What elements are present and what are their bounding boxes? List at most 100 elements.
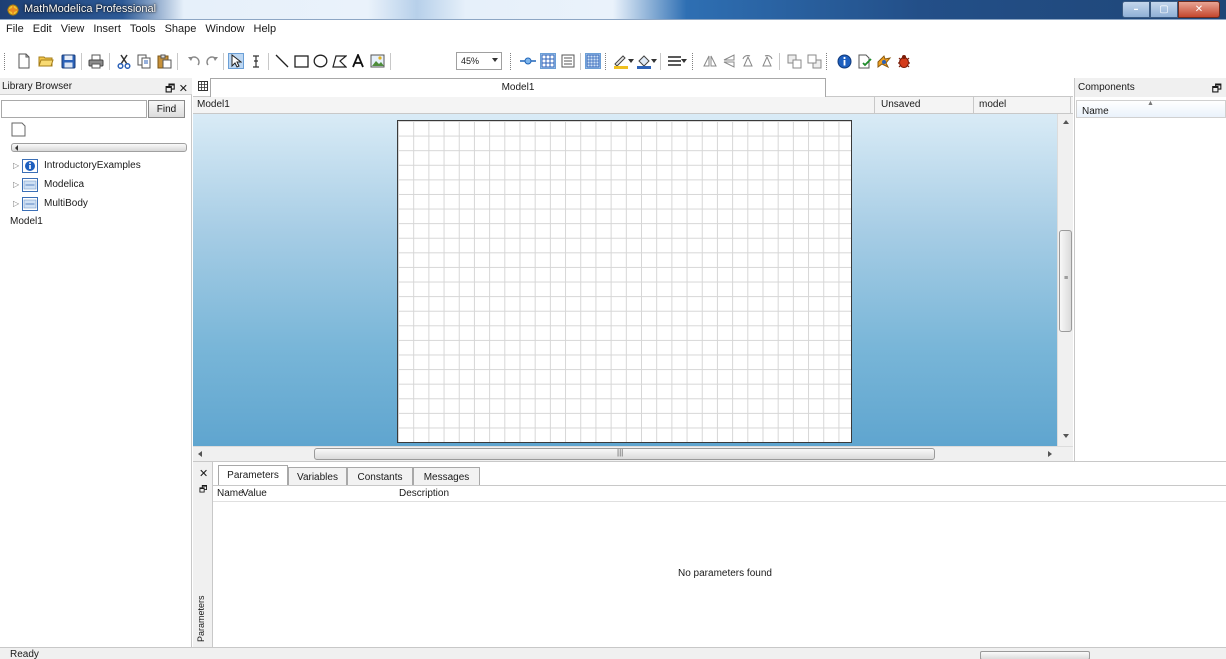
menu-shape[interactable]: Shape	[165, 23, 197, 35]
fill-color-dropdown[interactable]	[650, 53, 658, 69]
print-icon	[88, 54, 104, 68]
tab-model1[interactable]: Model1	[210, 78, 826, 97]
library-search-input[interactable]	[1, 100, 147, 118]
menu-edit[interactable]: Edit	[33, 23, 52, 35]
send-back-button[interactable]	[806, 53, 822, 69]
tree-item-introductory-examples[interactable]: ▷ IntroductoryExamples	[13, 157, 141, 174]
window-title: MathModelica Professional	[24, 3, 157, 15]
diagram-view-button[interactable]	[540, 53, 556, 69]
close-panel-icon[interactable]: ✕	[199, 467, 208, 480]
open-button[interactable]	[38, 53, 54, 69]
flip-vertical-button[interactable]	[721, 53, 737, 69]
simulate-button[interactable]	[876, 53, 892, 69]
diagram-tab-icon[interactable]	[198, 81, 208, 91]
chevron-down-icon	[628, 59, 634, 63]
close-button[interactable]: ✕	[1178, 1, 1220, 18]
rectangle-icon	[293, 54, 309, 68]
horizontal-scroll-thumb[interactable]: |||	[314, 448, 935, 460]
zoom-select[interactable]: 45%	[456, 52, 502, 70]
print-button[interactable]	[88, 53, 104, 69]
ellipse-tool-button[interactable]	[312, 53, 328, 69]
diagram-canvas[interactable]	[193, 114, 1057, 446]
empty-parameters-message: No parameters found	[678, 568, 772, 579]
select-tool-button[interactable]	[228, 53, 244, 69]
debug-button[interactable]	[896, 53, 912, 69]
find-button[interactable]: Find	[148, 100, 185, 118]
snap-grid-button[interactable]	[585, 53, 601, 69]
float-panel-icon[interactable]: 🗗	[199, 482, 207, 498]
rectangle-tool-button[interactable]	[293, 53, 309, 69]
polygon-tool-button[interactable]	[331, 53, 347, 69]
chevron-down-icon	[651, 59, 657, 63]
tree-item-modelica[interactable]: ▷ Modelica	[13, 176, 84, 193]
folder-open-icon	[38, 56, 54, 67]
menu-view[interactable]: View	[61, 23, 85, 35]
tree-item-model1[interactable]: Model1	[10, 216, 43, 227]
polygon-icon	[331, 54, 347, 68]
cut-button[interactable]	[116, 53, 132, 69]
connect-tool-button[interactable]	[248, 53, 264, 69]
new-library-icon[interactable]	[11, 122, 26, 137]
tree-item-label: IntroductoryExamples	[44, 160, 141, 171]
arrow-left-icon[interactable]	[198, 451, 202, 457]
components-name-column[interactable]: ▲ Name	[1076, 100, 1226, 118]
menu-tools[interactable]: Tools	[130, 23, 156, 35]
menu-file[interactable]: File	[6, 23, 24, 35]
connection-mode-button[interactable]	[520, 53, 536, 69]
menu-window[interactable]: Window	[205, 23, 244, 35]
model-name-label: Model1	[197, 99, 230, 110]
column-name[interactable]: Name	[217, 488, 244, 499]
arrow-up-icon[interactable]	[1063, 120, 1069, 124]
app-icon	[7, 4, 19, 16]
new-file-button[interactable]	[16, 53, 32, 69]
check-model-button[interactable]	[856, 53, 872, 69]
maximize-icon: ▢	[1159, 4, 1169, 15]
tree-expander-icon[interactable]: ▷	[13, 180, 20, 189]
diagram-paper[interactable]	[397, 120, 852, 443]
tab-variables[interactable]: Variables	[288, 467, 347, 486]
copy-button[interactable]	[136, 53, 152, 69]
tab-parameters[interactable]: Parameters	[218, 465, 288, 487]
library-browser: Find ▷ IntroductoryExamples ▷ Modelica ▷…	[0, 95, 192, 647]
scissors-icon	[117, 54, 131, 69]
new-file-icon	[18, 53, 30, 69]
rotate-right-button[interactable]	[759, 53, 775, 69]
tree-item-multibody[interactable]: ▷ MultiBody	[13, 195, 88, 212]
redo-button[interactable]	[204, 53, 220, 69]
bring-front-button[interactable]	[786, 53, 802, 69]
paste-button[interactable]	[156, 53, 172, 69]
text-view-button[interactable]	[560, 53, 576, 69]
status-text: Ready	[10, 649, 39, 659]
tree-expander-icon[interactable]: ▷	[13, 161, 20, 170]
line-style-dropdown[interactable]	[680, 53, 688, 69]
column-value[interactable]: Value	[242, 488, 267, 499]
tab-constants[interactable]: Constants	[347, 467, 413, 486]
image-tool-button[interactable]	[369, 53, 385, 69]
tree-expander-icon[interactable]: ▷	[13, 199, 20, 208]
close-panel-icon[interactable]: ✕	[179, 82, 188, 95]
canvas-vertical-scrollbar[interactable]: ≡	[1057, 114, 1073, 446]
arrow-right-icon[interactable]	[1048, 451, 1052, 457]
undo-button[interactable]	[186, 53, 202, 69]
tree-horizontal-scrollbar[interactable]	[11, 143, 187, 152]
model-info-bar: Model1 model Unsaved	[193, 97, 1073, 114]
text-tool-button[interactable]	[350, 53, 366, 69]
menu-help[interactable]: Help	[254, 23, 277, 35]
maximize-button[interactable]: ▢	[1150, 1, 1178, 18]
save-button[interactable]	[60, 53, 76, 69]
check-document-icon	[858, 54, 872, 68]
menu-insert[interactable]: Insert	[93, 23, 121, 35]
minimize-button[interactable]: –	[1122, 1, 1150, 18]
rotate-left-button[interactable]	[740, 53, 756, 69]
info-button[interactable]	[836, 53, 852, 69]
float-panel-icon[interactable]: 🗗	[165, 82, 175, 95]
vertical-scroll-thumb[interactable]: ≡	[1059, 230, 1072, 332]
canvas-horizontal-scrollbar[interactable]: |||	[193, 446, 1073, 461]
tab-messages[interactable]: Messages	[413, 467, 480, 486]
arrow-down-icon[interactable]	[1063, 434, 1069, 438]
line-tool-button[interactable]	[274, 53, 290, 69]
column-description[interactable]: Description	[399, 488, 449, 499]
line-color-dropdown[interactable]	[627, 53, 635, 69]
flip-horizontal-button[interactable]	[702, 53, 718, 69]
toolbar-grip[interactable]	[4, 53, 7, 70]
